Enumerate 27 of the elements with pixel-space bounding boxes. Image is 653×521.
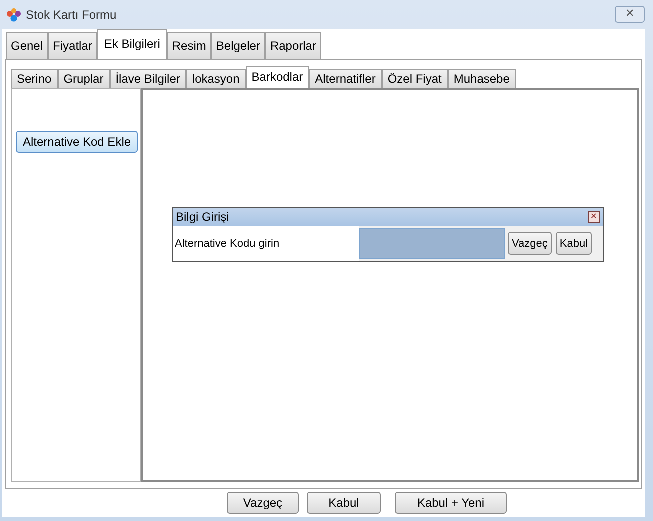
dialog-button[interactable]: Vazgeç	[227, 492, 299, 514]
app-logo-icon	[6, 6, 22, 22]
tab[interactable]: Alternatifler	[309, 69, 382, 88]
tab[interactable]: Fiyatlar	[48, 32, 98, 59]
tab[interactable]: Ek Bilgileri	[97, 29, 168, 59]
tab[interactable]: lokasyon	[186, 69, 246, 88]
tab[interactable]: Resim	[167, 32, 212, 59]
dialog-button[interactable]: Kabul	[556, 232, 592, 255]
tab[interactable]: İlave Bilgiler	[110, 69, 186, 88]
add-code-button[interactable]: Alternative Kod Ekle	[16, 131, 138, 153]
tab[interactable]: Belgeler	[211, 32, 266, 59]
close-button[interactable]: ✕	[588, 211, 600, 223]
dialog-title: Bilgi Girişi	[176, 210, 230, 224]
dialog-button[interactable]: Kabul	[307, 492, 381, 514]
tab[interactable]: Genel	[6, 32, 48, 59]
window-title: Stok Kartı Formu	[26, 8, 118, 22]
dialog-button[interactable]: Vazgeç	[508, 232, 552, 255]
field-label: Alternative Kodu girin	[173, 226, 359, 261]
close-button[interactable]: ✕	[615, 6, 645, 23]
tab[interactable]: Gruplar	[58, 69, 110, 88]
input-field[interactable]	[359, 228, 505, 259]
dialog-button[interactable]: Kabul + Yeni	[395, 492, 507, 514]
tab[interactable]: Muhasebe	[448, 69, 516, 88]
tab[interactable]: Özel Fiyat	[382, 69, 448, 88]
tab[interactable]: Serino	[11, 69, 58, 88]
tab[interactable]: Barkodlar	[246, 66, 310, 88]
tab[interactable]: Raporlar	[265, 32, 322, 59]
